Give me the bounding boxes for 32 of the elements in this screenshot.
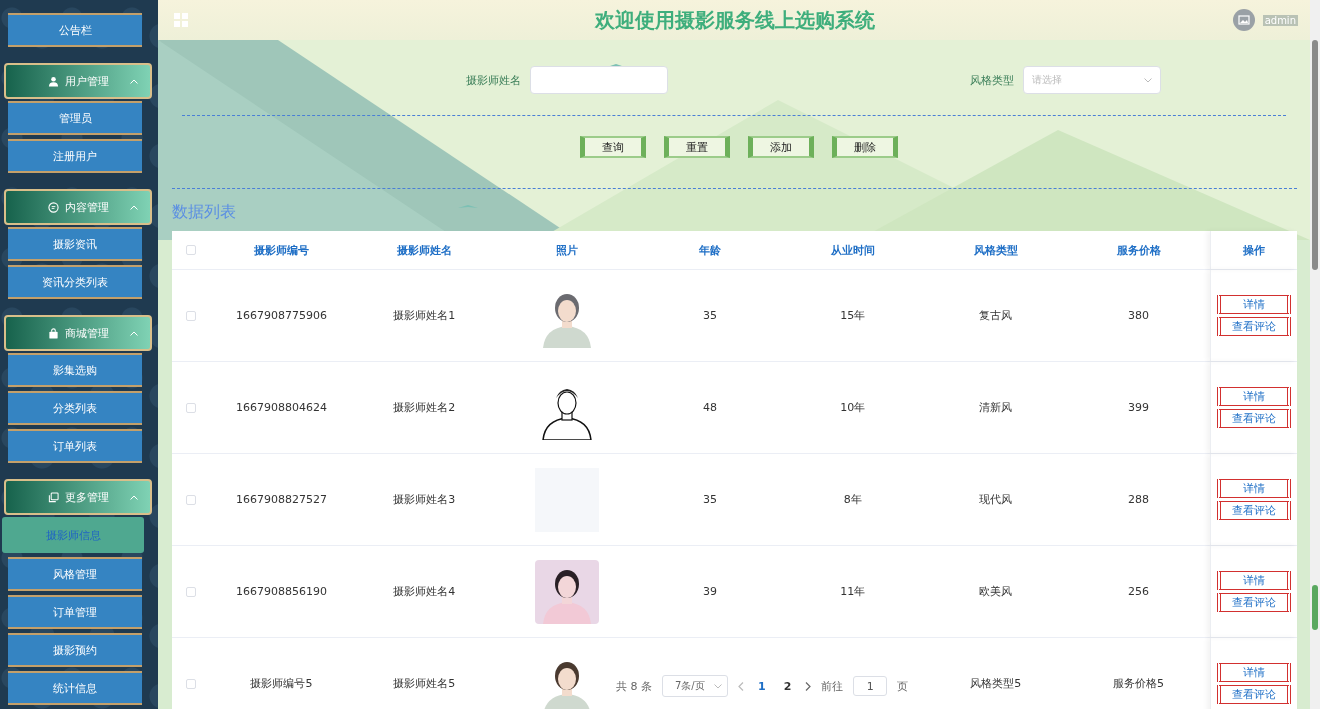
menu-group-label: 更多管理 (64, 489, 109, 505)
menu-icon[interactable] (174, 13, 188, 27)
menu-item[interactable]: 订单管理 (8, 595, 142, 629)
menu-group-label: 内容管理 (64, 199, 109, 215)
copy-icon (47, 491, 59, 503)
caret-icon (130, 331, 138, 336)
bag-icon (47, 327, 59, 339)
menu-group[interactable]: 商城管理 (4, 315, 152, 351)
caret-icon (130, 205, 138, 210)
menu-group-label: 用户管理 (64, 73, 109, 89)
menu-item[interactable]: 摄影师信息 (2, 517, 144, 553)
chat-icon (47, 201, 59, 213)
menu-item[interactable]: 分类列表 (8, 391, 142, 425)
avatar-icon[interactable] (1232, 9, 1255, 31)
menu-item[interactable]: 影集选购 (8, 353, 142, 387)
caret-icon (130, 495, 138, 500)
menu-item[interactable]: 订单列表 (8, 429, 142, 463)
menu-item[interactable]: 风格管理 (8, 557, 142, 591)
menu-group[interactable]: 更多管理 (4, 479, 152, 515)
menu-item[interactable]: 公告栏 (8, 13, 142, 47)
menu-group[interactable]: 用户管理 (4, 63, 152, 99)
menu-item[interactable]: 统计信息 (8, 671, 142, 705)
caret-icon (130, 79, 138, 84)
menu-item[interactable]: 注册用户 (8, 139, 142, 173)
menu-item[interactable]: 摄影资讯 (8, 227, 142, 261)
menu-item[interactable]: 管理员 (8, 101, 142, 135)
menu-item[interactable]: 资讯分类列表 (8, 265, 142, 299)
user-icon (47, 75, 59, 87)
menu-item[interactable]: 摄影预约 (8, 633, 142, 667)
menu-group-label: 商城管理 (64, 325, 109, 341)
page-title: 欢迎使用摄影服务线上选购系统 (593, 6, 877, 34)
menu-group[interactable]: 内容管理 (4, 189, 152, 225)
